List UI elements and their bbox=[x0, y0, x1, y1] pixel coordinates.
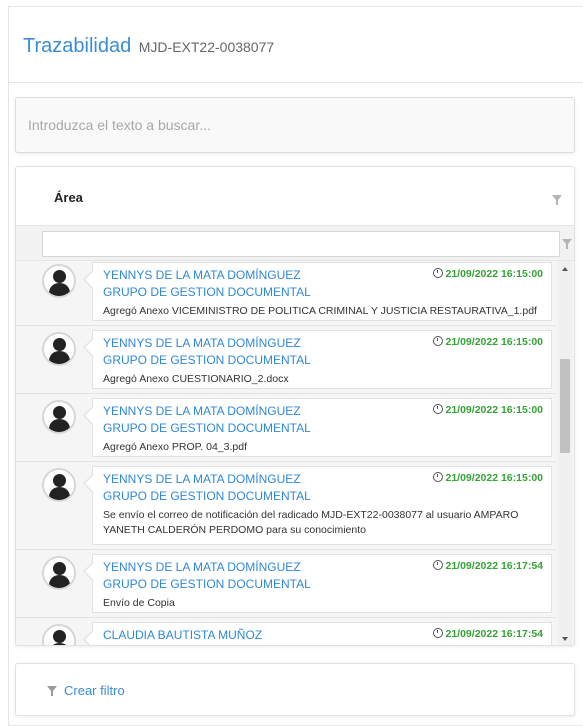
user-group: GRUPO DE GESTION DOCUMENTAL bbox=[103, 353, 311, 367]
scroll-up-arrow-icon[interactable] bbox=[562, 267, 568, 271]
filter-icon[interactable] bbox=[561, 238, 573, 250]
column-header: Área bbox=[16, 167, 574, 223]
list-item[interactable]: YENNYS DE LA MATA DOMÍNGUEZ GRUPO DE GES… bbox=[16, 261, 556, 326]
filter-row bbox=[16, 225, 574, 261]
action-description: Agregó Anexo CUESTIONARIO_2.docx bbox=[103, 373, 289, 385]
trace-card: YENNYS DE LA MATA DOMÍNGUEZ GRUPO DE GES… bbox=[92, 398, 552, 457]
trace-card: CLAUDIA BAUTISTA MUÑOZ 21/09/2022 16:17:… bbox=[92, 622, 552, 645]
search-box bbox=[15, 97, 575, 153]
page-title: Trazabilidad MJD-EXT22-0038077 bbox=[23, 35, 274, 58]
filter-icon[interactable] bbox=[551, 194, 563, 206]
filter-icon bbox=[47, 686, 57, 696]
title-text: Trazabilidad bbox=[23, 35, 132, 57]
timestamp-text: 21/09/2022 16:17:54 bbox=[445, 628, 544, 640]
create-filter-button[interactable]: Crear filtro bbox=[46, 683, 125, 698]
clock-icon bbox=[432, 628, 443, 638]
timestamp: 21/09/2022 16:15:00 bbox=[432, 472, 544, 484]
user-name[interactable]: CLAUDIA BAUTISTA MUÑOZ bbox=[103, 628, 262, 642]
footer-panel: Crear filtro bbox=[15, 663, 575, 716]
timestamp: 21/09/2022 16:15:00 bbox=[432, 336, 544, 348]
panel-header: Trazabilidad MJD-EXT22-0038077 bbox=[9, 7, 583, 83]
timestamp-text: 21/09/2022 16:15:00 bbox=[445, 268, 544, 280]
timestamp-text: 21/09/2022 16:15:00 bbox=[445, 336, 544, 348]
search-input[interactable] bbox=[16, 98, 574, 152]
create-filter-label: Crear filtro bbox=[64, 683, 125, 698]
clock-icon bbox=[432, 472, 443, 482]
clock-icon bbox=[432, 268, 443, 278]
list-item[interactable]: CLAUDIA BAUTISTA MUÑOZ 21/09/2022 16:17:… bbox=[16, 618, 556, 645]
scrollbar-thumb[interactable] bbox=[560, 359, 570, 453]
user-avatar-icon bbox=[42, 556, 76, 590]
user-name[interactable]: YENNYS DE LA MATA DOMÍNGUEZ bbox=[103, 472, 301, 486]
user-name[interactable]: YENNYS DE LA MATA DOMÍNGUEZ bbox=[103, 560, 301, 574]
timestamp: 21/09/2022 16:17:54 bbox=[432, 560, 544, 572]
user-name[interactable]: YENNYS DE LA MATA DOMÍNGUEZ bbox=[103, 268, 301, 282]
user-name[interactable]: YENNYS DE LA MATA DOMÍNGUEZ bbox=[103, 336, 301, 350]
timestamp-text: 21/09/2022 16:15:00 bbox=[445, 472, 544, 484]
column-title-area[interactable]: Área bbox=[54, 190, 83, 205]
traceability-grid: Área YENNYS DE LA MATA DOMÍNGUEZ GRUPO D… bbox=[15, 166, 575, 646]
grid-body: YENNYS DE LA MATA DOMÍNGUEZ GRUPO DE GES… bbox=[16, 261, 574, 645]
user-group: GRUPO DE GESTION DOCUMENTAL bbox=[103, 285, 311, 299]
timestamp-text: 21/09/2022 16:17:54 bbox=[445, 560, 544, 572]
action-description: Agregó Anexo VICEMINISTRO DE POLITICA CR… bbox=[103, 305, 537, 317]
list-item[interactable]: YENNYS DE LA MATA DOMÍNGUEZ GRUPO DE GES… bbox=[16, 462, 556, 550]
user-avatar-icon bbox=[42, 332, 76, 366]
timestamp-text: 21/09/2022 16:15:00 bbox=[445, 404, 544, 416]
radicado-number: MJD-EXT22-0038077 bbox=[138, 39, 275, 55]
user-name[interactable]: YENNYS DE LA MATA DOMÍNGUEZ bbox=[103, 404, 301, 418]
user-avatar-icon bbox=[42, 624, 76, 645]
list-item[interactable]: YENNYS DE LA MATA DOMÍNGUEZ GRUPO DE GES… bbox=[16, 550, 556, 618]
list-item[interactable]: YENNYS DE LA MATA DOMÍNGUEZ GRUPO DE GES… bbox=[16, 394, 556, 462]
clock-icon bbox=[432, 404, 443, 414]
vertical-scrollbar[interactable] bbox=[558, 261, 572, 645]
clock-icon bbox=[432, 336, 443, 346]
user-group: GRUPO DE GESTION DOCUMENTAL bbox=[103, 421, 311, 435]
clock-icon bbox=[432, 560, 443, 570]
timestamp: 21/09/2022 16:15:00 bbox=[432, 268, 544, 280]
timestamp: 21/09/2022 16:17:54 bbox=[432, 628, 544, 640]
action-description: Envío de Copia bbox=[103, 597, 175, 609]
trace-card: YENNYS DE LA MATA DOMÍNGUEZ GRUPO DE GES… bbox=[92, 466, 552, 545]
list-item[interactable]: YENNYS DE LA MATA DOMÍNGUEZ GRUPO DE GES… bbox=[16, 326, 556, 394]
user-avatar-icon bbox=[42, 468, 76, 502]
user-avatar-icon bbox=[42, 400, 76, 434]
trace-card: YENNYS DE LA MATA DOMÍNGUEZ GRUPO DE GES… bbox=[92, 554, 552, 613]
scroll-down-arrow-icon[interactable] bbox=[562, 637, 568, 641]
user-group: GRUPO DE GESTION DOCUMENTAL bbox=[103, 489, 311, 503]
trace-list: YENNYS DE LA MATA DOMÍNGUEZ GRUPO DE GES… bbox=[16, 261, 556, 645]
timestamp: 21/09/2022 16:15:00 bbox=[432, 404, 544, 416]
trace-card: YENNYS DE LA MATA DOMÍNGUEZ GRUPO DE GES… bbox=[92, 262, 552, 321]
action-description: Agregó Anexo PROP. 04_3.pdf bbox=[103, 441, 247, 453]
user-avatar-icon bbox=[42, 264, 76, 298]
action-description: Se envío el correo de notificación del r… bbox=[103, 509, 519, 536]
user-group: GRUPO DE GESTION DOCUMENTAL bbox=[103, 577, 311, 591]
trace-card: YENNYS DE LA MATA DOMÍNGUEZ GRUPO DE GES… bbox=[92, 330, 552, 389]
column-filter-input[interactable] bbox=[42, 231, 560, 257]
